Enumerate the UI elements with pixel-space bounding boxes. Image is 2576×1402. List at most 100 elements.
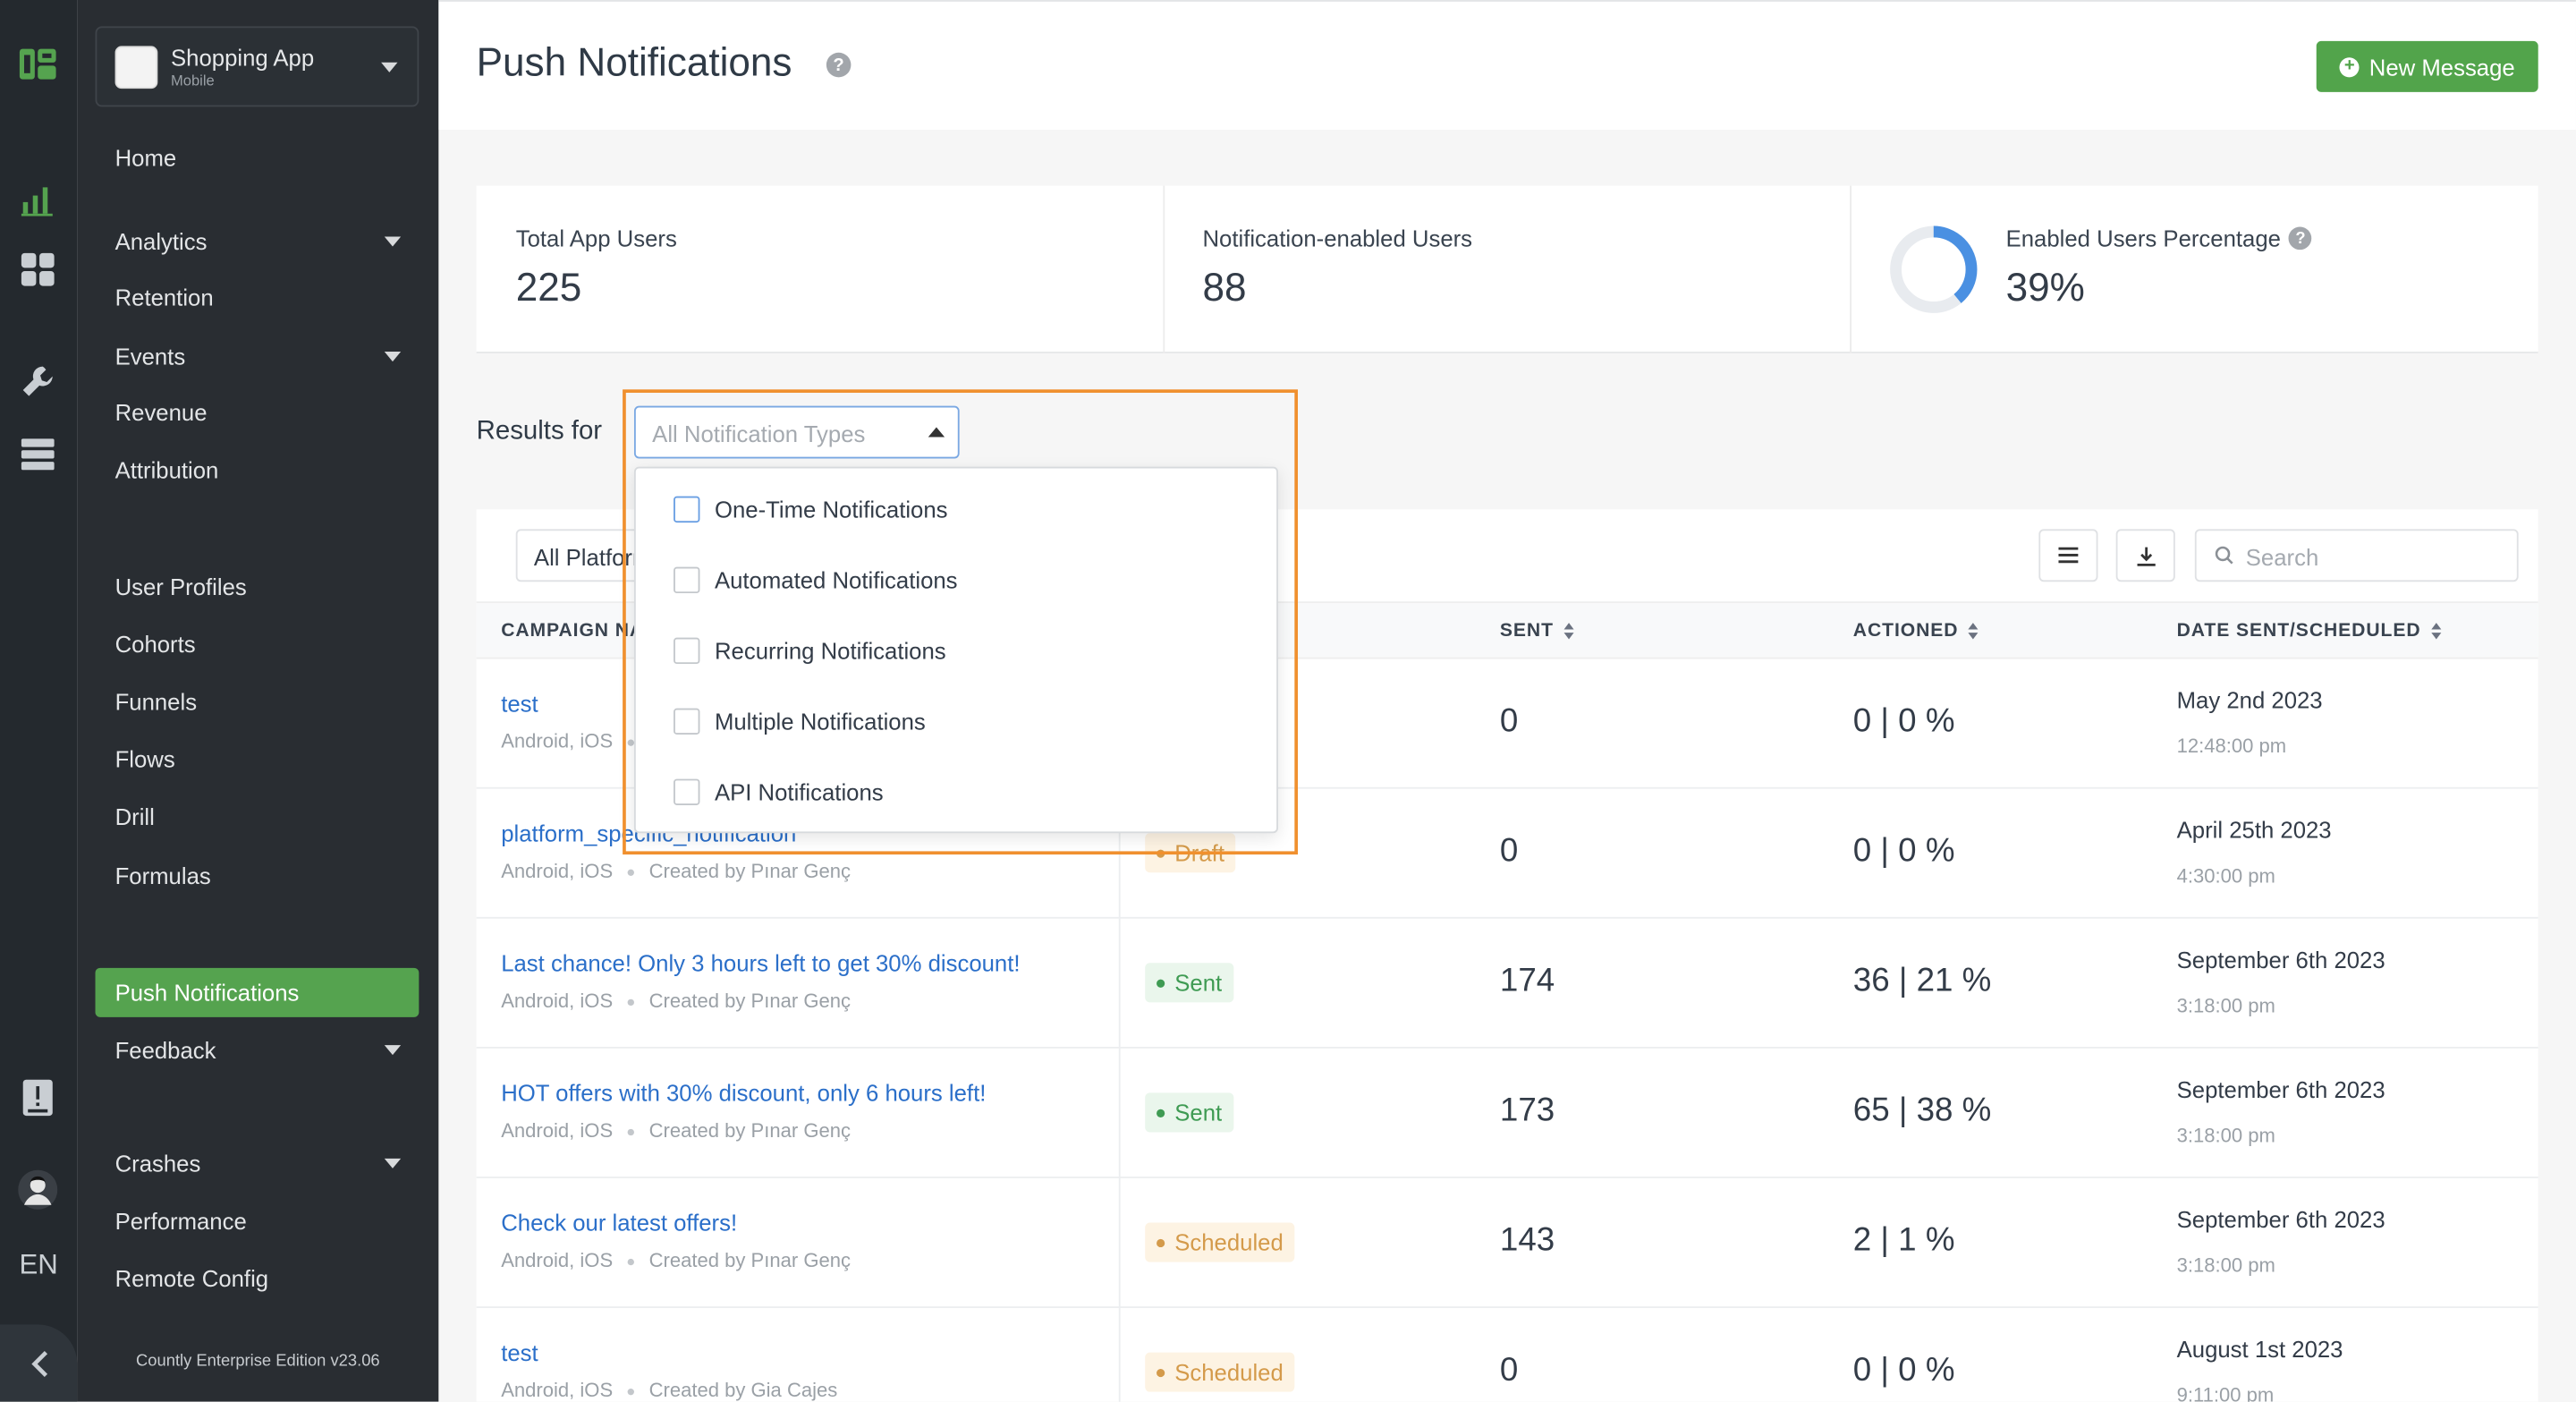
nav-feedback[interactable]: Feedback <box>96 1025 419 1075</box>
nav-revenue[interactable]: Revenue <box>96 387 419 437</box>
search-placeholder: Search <box>2245 543 2319 571</box>
search-input[interactable]: Search <box>2194 529 2519 582</box>
checkbox[interactable] <box>674 778 700 805</box>
nav-flows[interactable]: Flows <box>96 735 419 784</box>
table-row[interactable]: HOT offers with 30% discount, only 6 hou… <box>476 1048 2538 1178</box>
separator-dot <box>627 869 635 876</box>
plus-icon: + <box>2339 56 2360 77</box>
actioned-count: 65 | 38 % <box>1852 1092 1992 1129</box>
divider <box>1118 1048 1121 1178</box>
percentage-label: Enabled Users Percentage <box>2005 225 2281 252</box>
checkbox[interactable] <box>674 566 700 594</box>
campaign-meta: Android, iOS Created by Pınar Genç <box>501 1249 851 1272</box>
nav-retention[interactable]: Retention <box>96 273 419 322</box>
new-message-label: New Message <box>2368 53 2515 81</box>
search-icon <box>2215 546 2233 565</box>
status-label: Sent <box>1174 969 1223 997</box>
campaign-creator: Created by Pınar Genç <box>648 1118 852 1143</box>
checkbox[interactable] <box>674 496 700 523</box>
separator-dot <box>627 1388 635 1396</box>
campaign-name-link[interactable]: test <box>501 1339 538 1365</box>
status-badge: Scheduled <box>1145 1352 1295 1392</box>
chevron-down-icon <box>384 236 402 247</box>
option-api[interactable]: API Notifications <box>674 776 884 809</box>
campaign-platforms: Android, iOS <box>501 1378 614 1402</box>
type-select-placeholder: All Notification Types <box>652 421 866 447</box>
nav-analytics[interactable]: Analytics <box>96 217 419 266</box>
option-one-time[interactable]: One-Time Notifications <box>674 493 948 526</box>
campaign-name-link[interactable]: HOT offers with 30% discount, only 6 hou… <box>501 1080 986 1106</box>
sent-count: 0 <box>1499 703 1519 740</box>
campaign-creator: Created by Gia Cajes <box>648 1378 838 1402</box>
nav-label: Drill <box>114 803 155 830</box>
wrench-icon[interactable] <box>18 361 57 401</box>
nav-performance[interactable]: Performance <box>96 1196 419 1245</box>
nav-user-profiles[interactable]: User Profiles <box>96 562 419 611</box>
app-selector[interactable]: Shopping App Mobile <box>95 26 419 107</box>
divider <box>1118 918 1121 1049</box>
nav-drill[interactable]: Drill <box>96 792 419 841</box>
export-button[interactable] <box>2115 529 2175 582</box>
nav-label: Remote Config <box>114 1265 269 1292</box>
nav-funnels[interactable]: Funnels <box>96 677 419 726</box>
help-icon[interactable]: ? <box>826 52 852 78</box>
option-multiple[interactable]: Multiple Notifications <box>674 705 926 738</box>
checkbox[interactable] <box>674 708 700 735</box>
actioned-count: 0 | 0 % <box>1852 833 1955 870</box>
nav-events[interactable]: Events <box>96 332 419 381</box>
separator-dot <box>627 1128 635 1135</box>
divider <box>1118 1308 1121 1402</box>
nav-cohorts[interactable]: Cohorts <box>96 619 419 668</box>
status-badge: Sent <box>1145 1092 1234 1133</box>
collapse-sidebar-button[interactable] <box>0 1324 78 1402</box>
actioned-count: 36 | 21 % <box>1852 963 1992 999</box>
sort-icon <box>2430 623 2441 640</box>
campaign-name-link[interactable]: test <box>501 690 538 716</box>
dashboard-grid-icon[interactable] <box>18 250 57 289</box>
sent-count: 0 <box>1499 833 1519 870</box>
sent-count: 174 <box>1499 963 1555 999</box>
app-name: Shopping App <box>171 44 315 71</box>
checkbox[interactable] <box>674 637 700 665</box>
nav-crashes[interactable]: Crashes <box>96 1139 419 1188</box>
column-actioned[interactable]: ACTIONED <box>1853 621 1979 641</box>
table-row[interactable]: Check our latest offers! Android, iOS Crea… <box>476 1177 2538 1309</box>
user-avatar-icon[interactable] <box>18 1169 58 1210</box>
nav-label: Flows <box>114 745 175 773</box>
table-row[interactable]: test Android, iOS Created by Gia Cajes Sche… <box>477 1308 2538 1402</box>
results-for-label: Results for <box>476 417 603 446</box>
option-recurring[interactable]: Recurring Notifications <box>674 634 946 667</box>
nav-remote-config[interactable]: Remote Config <box>96 1253 419 1303</box>
app-logo-icon <box>114 46 158 89</box>
new-message-button[interactable]: + New Message <box>2316 40 2538 92</box>
nav-attribution[interactable]: Attribution <box>96 446 419 495</box>
icon-rail: EN <box>0 0 78 1402</box>
nav-label: Feedback <box>114 1036 216 1064</box>
column-sent[interactable]: SENT <box>1500 621 1573 641</box>
database-icon[interactable] <box>18 434 57 473</box>
table-row[interactable]: Last chance! Only 3 hours left to get 30… <box>476 918 2538 1049</box>
divider <box>1850 185 1852 353</box>
nav-push-notifications[interactable]: Push Notifications <box>95 967 419 1017</box>
chevron-left-icon <box>30 1350 47 1377</box>
column-date[interactable]: DATE SENT/SCHEDULED <box>2177 621 2441 641</box>
countly-logo-icon[interactable] <box>18 45 57 84</box>
language-selector[interactable]: EN <box>0 1249 77 1282</box>
nav-formulas[interactable]: Formulas <box>96 851 419 900</box>
sent-count: 173 <box>1499 1092 1555 1129</box>
column-settings-button[interactable] <box>2038 529 2098 582</box>
campaign-platforms: Android, iOS <box>501 729 614 753</box>
nav-home[interactable]: Home <box>96 133 419 183</box>
option-automated[interactable]: Automated Notifications <box>674 564 958 597</box>
column-label: DATE SENT/SCHEDULED <box>2176 621 2421 642</box>
analytics-bar-icon[interactable] <box>18 179 57 218</box>
campaign-name-link[interactable]: Last chance! Only 3 hours left to get 30… <box>501 950 1020 976</box>
sent-count: 143 <box>1499 1222 1555 1259</box>
help-icon[interactable]: ? <box>2289 226 2312 251</box>
notification-type-select[interactable]: All Notification Types <box>633 405 960 459</box>
clipboard-icon[interactable] <box>18 1078 57 1117</box>
campaign-name-link[interactable]: Check our latest offers! <box>501 1210 737 1236</box>
time-sent: 3:18:00 pm <box>2176 1253 2275 1278</box>
option-label: Automated Notifications <box>714 566 958 594</box>
date-sent: September 6th 2023 <box>2176 946 2385 973</box>
